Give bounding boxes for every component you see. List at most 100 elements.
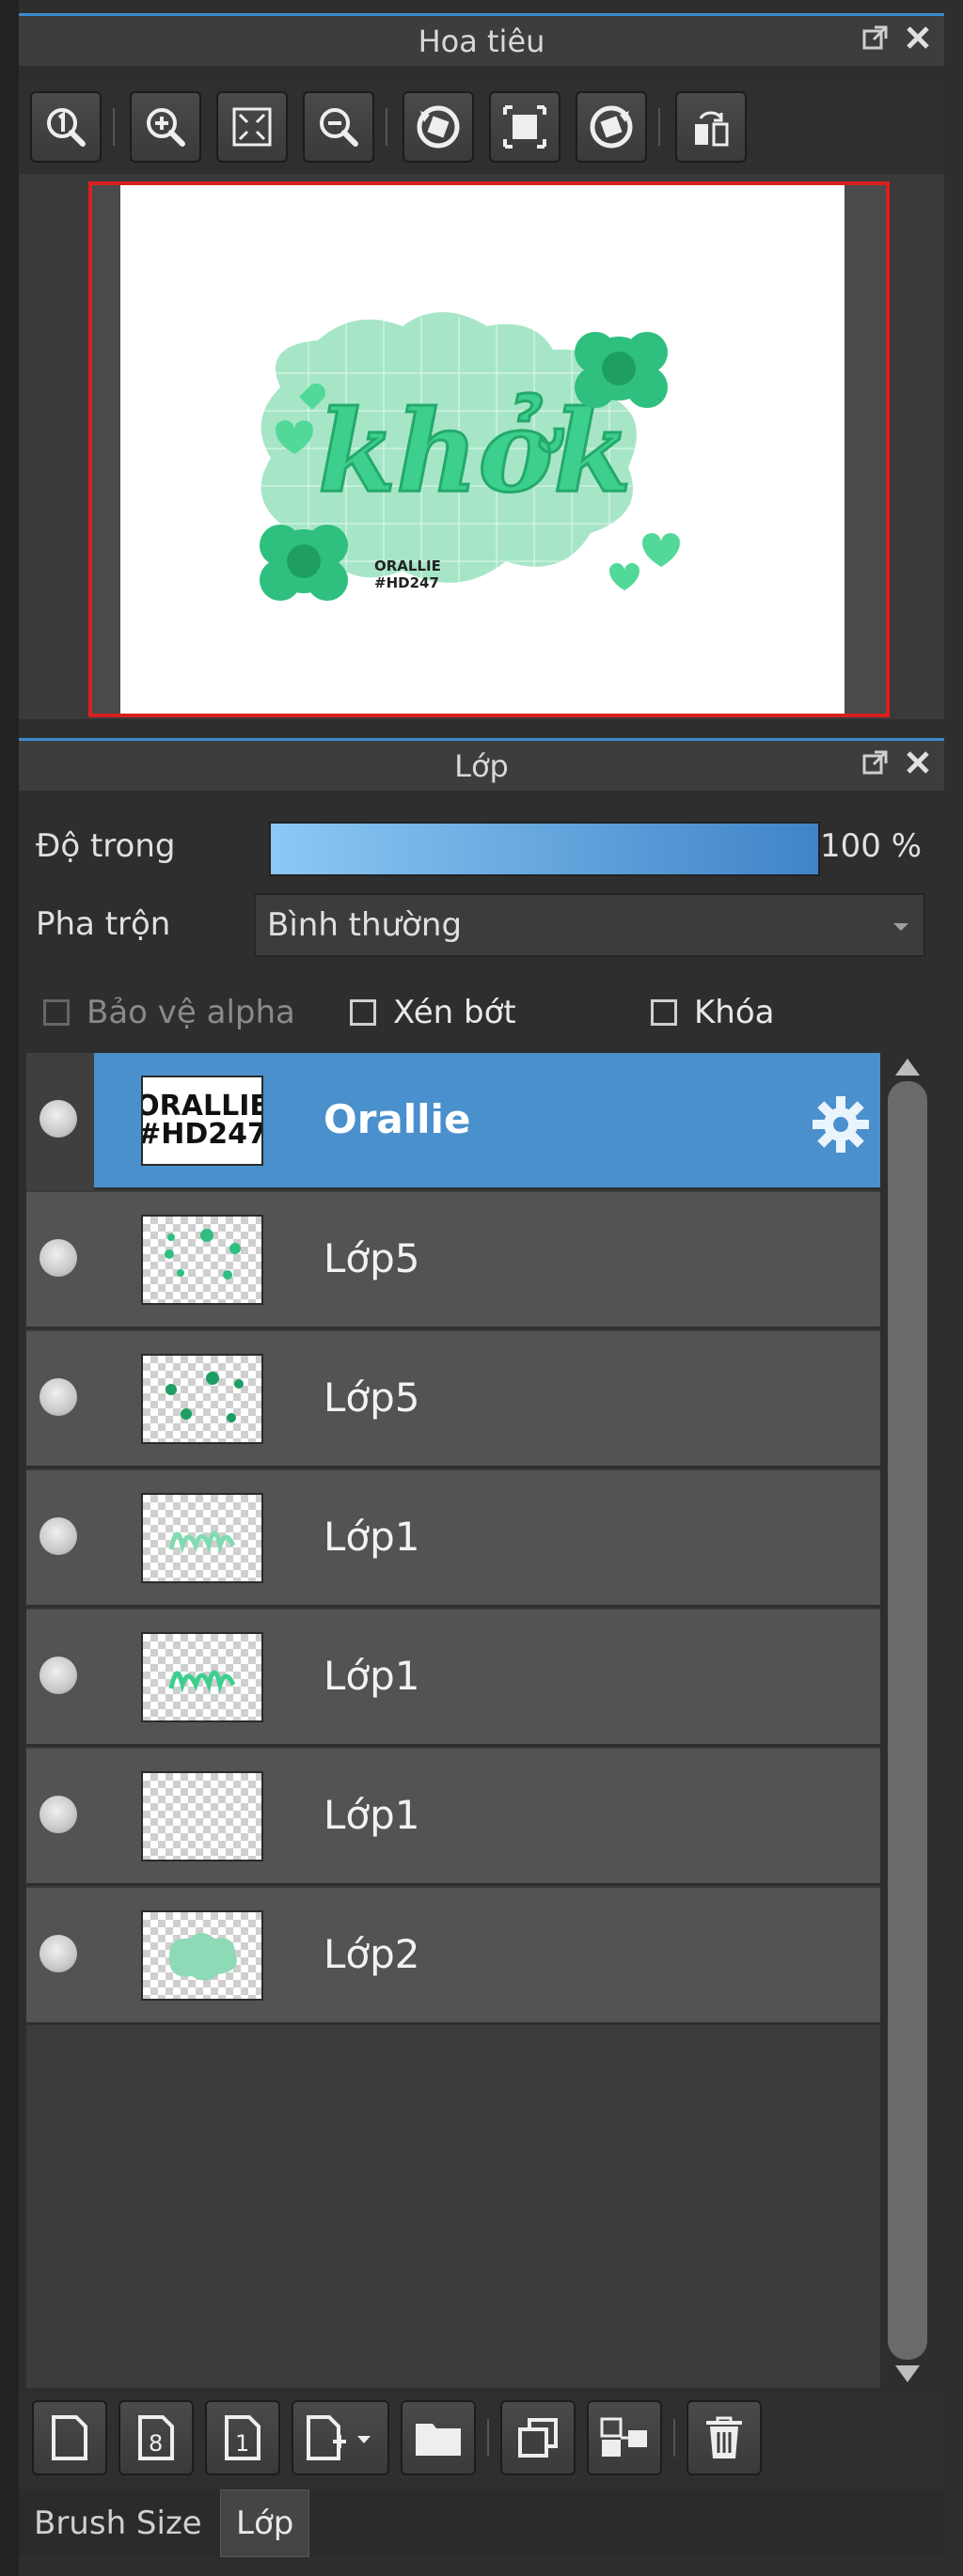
duplicate-layer-icon (518, 2418, 558, 2458)
layer-name: Lớp1 (324, 1653, 420, 1699)
artwork-image: khởk ORALLIE #HD247 (260, 312, 680, 601)
navigator-header: Hoa tiêu (19, 13, 944, 66)
layer-options: Bảo vệ alpha Xén bớt Khóa (19, 982, 944, 1039)
chevron-down-icon (893, 923, 908, 931)
navigator-toolbar (19, 80, 944, 174)
fit-screen-icon (232, 107, 272, 147)
rotate-left-icon (417, 105, 460, 149)
popout-icon[interactable] (861, 24, 890, 52)
new-layer-button[interactable] (32, 2400, 107, 2475)
svg-text:ORALLIE: ORALLIE (374, 558, 441, 574)
canvas-thumbnail: khởk ORALLIE #HD247 (120, 185, 845, 714)
layer-row[interactable]: Lớp2 (26, 1888, 880, 2025)
tab-label: Lớp (236, 2505, 294, 2542)
tab-brush-size[interactable]: Brush Size (19, 2490, 217, 2557)
layer-name: Lớp5 (324, 1235, 420, 1281)
new-8bit-layer-button[interactable]: 8 (118, 2400, 194, 2475)
layer-name: Orallie (324, 1096, 471, 1142)
close-icon[interactable] (905, 749, 931, 776)
layer-scrollbar[interactable] (884, 1053, 931, 2388)
scroll-thumb[interactable] (888, 1081, 927, 2360)
layer-thumbnail (141, 1354, 263, 1444)
tab-label: Brush Size (34, 2505, 202, 2542)
flip-horizontal-icon (695, 111, 729, 147)
scroll-down-icon[interactable] (895, 2365, 920, 2382)
protect-alpha-label: Bảo vệ alpha (87, 994, 295, 1031)
layer-row[interactable]: Lớp5 (26, 1192, 880, 1329)
flip-horizontal-button[interactable] (675, 91, 747, 163)
layer-thumbnail (141, 1771, 263, 1861)
zoom-in-button[interactable] (130, 91, 201, 163)
zoom-actual-icon (47, 108, 86, 147)
fit-screen-button[interactable] (216, 91, 288, 163)
view-frame[interactable]: khởk ORALLIE #HD247 (88, 181, 890, 717)
layer-row[interactable]: Lớp1 (26, 1470, 880, 1608)
opacity-row: Độ trong 100 % (19, 810, 944, 886)
visibility-toggle[interactable] (39, 1239, 77, 1277)
layer-row[interactable]: Lớp5 (26, 1331, 880, 1469)
clipping-label: Xén bớt (393, 994, 516, 1031)
layer-name: Lớp1 (324, 1514, 420, 1560)
blend-label: Pha trộn (36, 905, 171, 943)
rotate-right-icon (590, 105, 633, 149)
new-layer-icon (52, 2415, 87, 2460)
visibility-toggle[interactable] (39, 1100, 77, 1138)
folder-icon (416, 2424, 461, 2456)
gear-icon[interactable] (809, 1092, 873, 1156)
layer-row[interactable]: Lớp1 (26, 1610, 880, 1747)
layer-toolbar: 8 1 (19, 2393, 944, 2483)
visibility-toggle[interactable] (39, 1378, 77, 1416)
duplicate-layer-button[interactable] (500, 2400, 576, 2475)
layer-thumbnail: ORALLIE #HD247 (141, 1076, 263, 1166)
opacity-value: 100 % (820, 827, 923, 865)
folder-button[interactable] (401, 2400, 476, 2475)
merge-down-button[interactable] (587, 2400, 662, 2475)
left-edge (0, 0, 19, 2576)
delete-layer-icon (706, 2416, 742, 2458)
visibility-toggle[interactable] (39, 1657, 77, 1694)
zoom-actual-button[interactable] (30, 91, 102, 163)
visibility-toggle[interactable] (39, 1935, 77, 1972)
add-layer-dropdown-icon (307, 2415, 371, 2460)
visibility-toggle[interactable] (39, 1796, 77, 1833)
opacity-slider[interactable] (269, 822, 820, 876)
layer-row[interactable]: Lớp1 (26, 1749, 880, 1886)
popout-icon[interactable] (861, 748, 890, 777)
delete-layer-button[interactable] (687, 2400, 762, 2475)
layer-thumbnail (141, 1215, 263, 1305)
new-1bit-layer-button[interactable]: 1 (205, 2400, 280, 2475)
tab-layer[interactable]: Lớp (220, 2490, 310, 2557)
svg-text:1: 1 (235, 2430, 249, 2457)
svg-text:#HD247: #HD247 (374, 574, 439, 591)
add-layer-dropdown-button[interactable] (292, 2400, 389, 2475)
svg-text:8: 8 (149, 2430, 163, 2457)
clipping-checkbox[interactable]: Xén bớt (350, 994, 516, 1031)
fit-canvas-button[interactable] (489, 91, 560, 163)
protect-alpha-checkbox[interactable]: Bảo vệ alpha (43, 994, 295, 1031)
rotate-right-button[interactable] (576, 91, 647, 163)
rotate-left-button[interactable] (403, 91, 474, 163)
visibility-toggle[interactable] (39, 1517, 77, 1555)
new-1bit-layer-icon: 1 (225, 2415, 260, 2460)
fit-canvas-icon (503, 105, 546, 149)
layer-row[interactable]: ORALLIE #HD247 Orallie (26, 1053, 880, 1190)
layer-name: Lớp2 (324, 1931, 420, 1977)
zoom-out-button[interactable] (303, 91, 374, 163)
layer-name: Lớp1 (324, 1792, 420, 1838)
close-icon[interactable] (905, 24, 931, 51)
checkbox-box (43, 999, 70, 1026)
lock-checkbox[interactable]: Khóa (651, 994, 774, 1031)
app-window: Hoa tiêu khởk ORALLIE #HD247 Lớp Độ tron… (0, 0, 963, 2576)
navigator-preview[interactable]: khởk ORALLIE #HD247 (19, 174, 944, 719)
layers-header: Lớp (19, 738, 944, 791)
blend-mode-select[interactable]: Bình thường (254, 893, 925, 957)
scroll-up-icon[interactable] (895, 1059, 920, 1076)
layers-title: Lớp (454, 747, 509, 784)
checkbox-box (651, 999, 677, 1026)
panel-tabs: Brush Size Lớp (19, 2490, 944, 2557)
merge-down-icon (600, 2417, 647, 2457)
layer-thumbnail (141, 1632, 263, 1722)
layer-list: ORALLIE #HD247 Orallie Lớp5 Lớp5 Lớp1 Lớ… (26, 1053, 880, 2388)
zoom-out-icon (320, 108, 358, 147)
layer-thumbnail (141, 1493, 263, 1583)
